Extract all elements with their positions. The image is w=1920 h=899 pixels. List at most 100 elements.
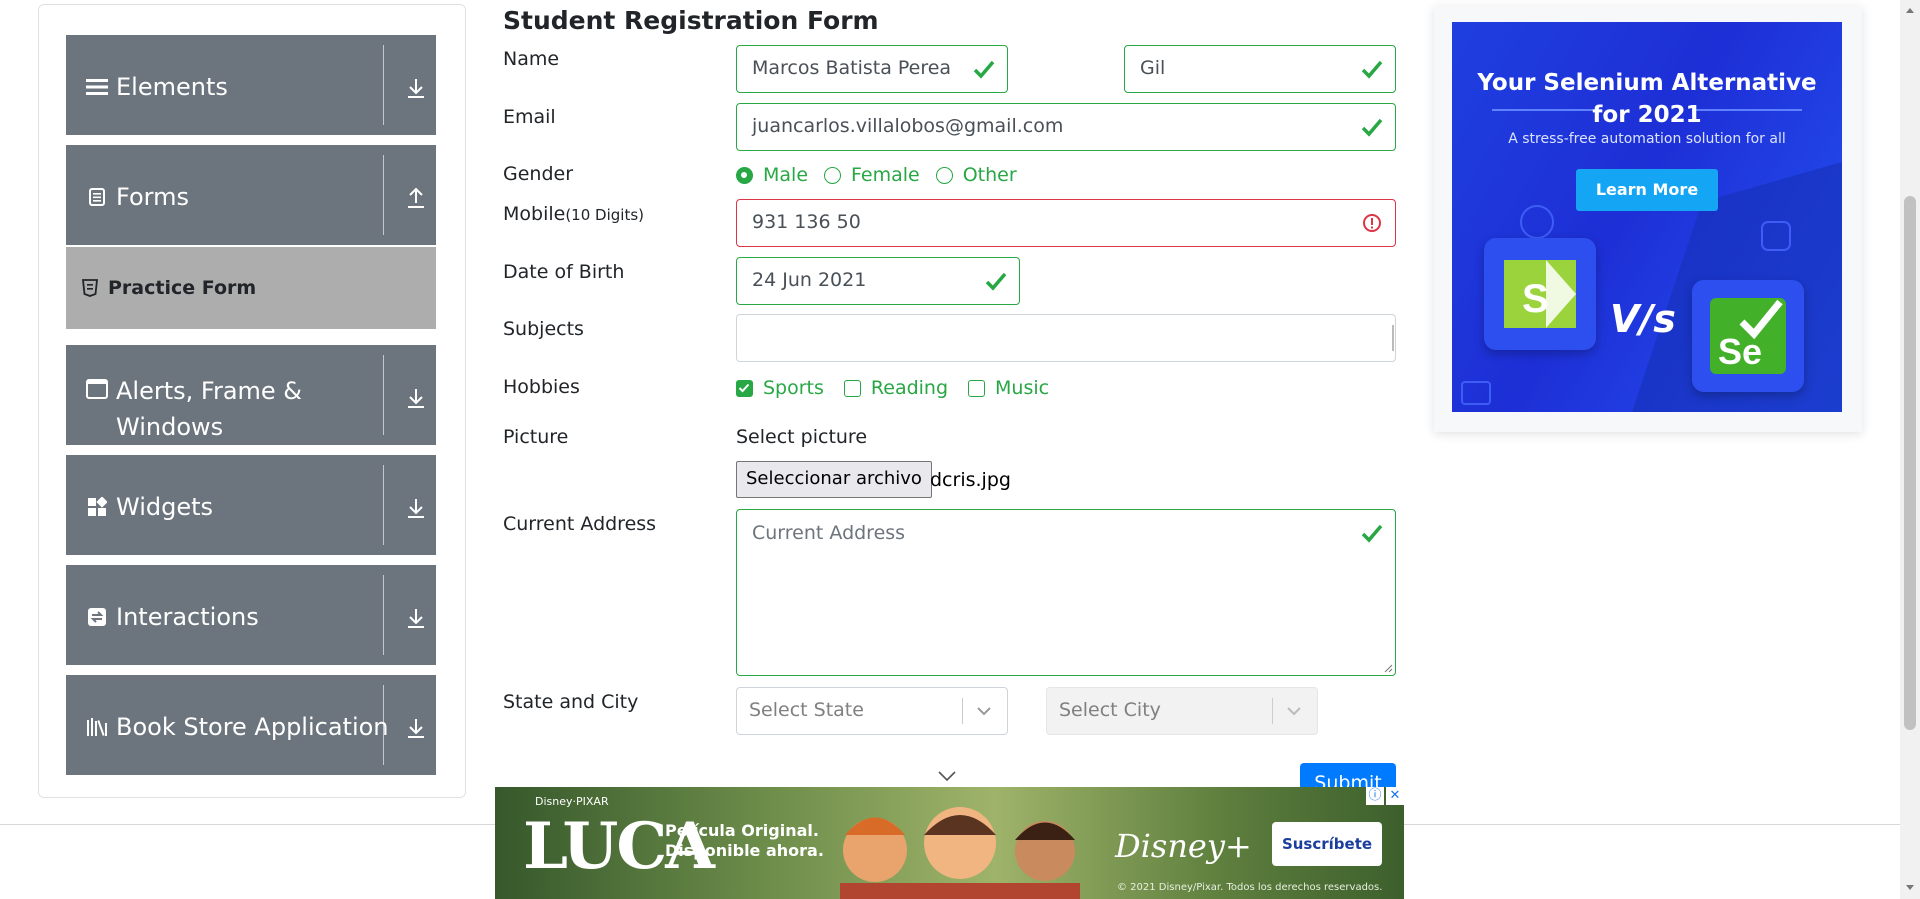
radio-dot[interactable] [935, 166, 953, 184]
download-arrow-icon[interactable] [406, 607, 426, 629]
valid-check-icon [973, 60, 995, 79]
ad-controls: ⓘ ✕ [1366, 787, 1404, 805]
divider [383, 465, 384, 545]
choose-file-button[interactable]: Seleccionar archivo [736, 461, 932, 498]
scrollbar-thumb[interactable] [1904, 196, 1916, 730]
ad-headline-line-2: for 2021 [1592, 102, 1702, 128]
sidebar-group-label: Forms [116, 183, 189, 211]
checkbox-box[interactable] [736, 379, 753, 397]
bottom-advertisement[interactable]: Disney·PIXAR LUCA Película Original. Disp… [495, 787, 1404, 899]
html5-shield-icon [81, 279, 99, 297]
sidebar-group-label: Elements [116, 73, 228, 101]
divider [383, 155, 384, 235]
mobile-hint: (10 Digits) [565, 206, 644, 224]
ad-copyright: © 2021 Disney/Pixar. Todos los derechos … [1117, 882, 1383, 893]
sidebar-group-label: Book Store Application [116, 713, 389, 741]
city-placeholder: Select City [1059, 699, 1161, 721]
logo-letters: Se [1718, 331, 1762, 372]
hobby-checkbox-sports[interactable]: Sports [736, 377, 824, 399]
valid-check-icon [1361, 524, 1383, 543]
checkbox-box[interactable] [843, 379, 861, 397]
sidebar-group-widgets[interactable]: Widgets [66, 455, 436, 555]
subscribe-button[interactable]: Suscríbete [1272, 822, 1382, 866]
hobby-checkbox-music[interactable]: Music [968, 377, 1049, 399]
current-address-label: Current Address [503, 513, 657, 535]
mobile-input[interactable]: 931 136 50 [736, 199, 1396, 247]
learn-more-button[interactable]: Learn More [1576, 169, 1718, 211]
gender-radio-other[interactable]: Other [935, 164, 1017, 186]
competitor-logo: S [1484, 238, 1596, 350]
label-line-1: Alerts, Frame & [116, 377, 303, 405]
gender-radio-female[interactable]: Female [824, 164, 920, 186]
sidebar-advertisement[interactable]: Your Selenium Alternative for 2021 A stre… [1434, 6, 1862, 432]
current-address-textarea[interactable]: Current Address [736, 509, 1396, 676]
first-name-value: Marcos Batista Perea [752, 57, 952, 79]
chevron-down-icon [977, 707, 991, 716]
download-arrow-icon[interactable] [406, 717, 426, 739]
checkbox-box[interactable] [968, 379, 986, 397]
ad-brand: Disney·PIXAR [535, 795, 609, 808]
state-city-label: State and City [503, 691, 639, 713]
address-placeholder: Current Address [752, 522, 906, 544]
hamburger-icon [86, 77, 108, 97]
window-icon [86, 379, 108, 399]
ad-headline-line-1: Your Selenium Alternative [1477, 70, 1817, 96]
sidebar-group-interactions[interactable]: Interactions [66, 565, 436, 665]
download-arrow-icon[interactable] [406, 497, 426, 519]
download-arrow-icon[interactable] [406, 77, 426, 99]
upload-arrow-icon[interactable] [406, 187, 426, 209]
page-title: Student Registration Form [503, 6, 879, 35]
scroll-down-arrow-icon[interactable] [1905, 884, 1915, 892]
checkbox-label: Sports [763, 377, 824, 399]
versus-text: V/s [1610, 297, 1676, 341]
books-icon [86, 717, 108, 737]
hobbies-label: Hobbies [503, 376, 580, 398]
selected-file-name: dcris.jpg [930, 469, 1011, 491]
radio-dot[interactable] [736, 166, 753, 184]
city-select[interactable]: Select City [1046, 687, 1318, 735]
ad-banner[interactable]: Your Selenium Alternative for 2021 A stre… [1452, 22, 1842, 412]
ad-subtitle: A stress-free automation solution for al… [1508, 131, 1786, 147]
email-label: Email [503, 106, 556, 128]
checkbox-label: Reading [870, 377, 949, 399]
radio-dot[interactable] [824, 166, 842, 184]
widgets-grid-icon [86, 497, 108, 517]
first-name-input[interactable]: Marcos Batista Perea [736, 45, 1008, 93]
dob-input[interactable]: 24 Jun 2021 [736, 257, 1020, 305]
sidebar-group-alerts-frame-windows[interactable]: Alerts, Frame & Windows [66, 345, 436, 445]
s-logo-icon: S [1504, 260, 1576, 328]
error-alert-icon [1363, 214, 1381, 232]
subjects-input[interactable] [736, 314, 1396, 362]
ad-tagline-line-1: Película Original. [665, 821, 819, 840]
hobby-checkbox-reading[interactable]: Reading [843, 377, 949, 399]
gender-radio-male[interactable]: Male [736, 164, 808, 186]
download-arrow-icon[interactable] [406, 387, 426, 409]
ad-headline: Your Selenium Alternative for 2021 [1452, 67, 1842, 131]
divider [1272, 698, 1273, 724]
email-input[interactable]: juancarlos.villalobos@gmail.com [736, 103, 1396, 151]
sidebar-group-book-store-application[interactable]: Book Store Application [66, 675, 436, 775]
dob-label: Date of Birth [503, 261, 625, 283]
last-name-input[interactable]: Gil [1124, 45, 1396, 93]
sidebar-item-practice-form[interactable]: Practice Form [66, 247, 436, 329]
divider [962, 698, 963, 724]
chevron-down-icon[interactable] [937, 769, 957, 783]
sidebar-group-label: Alerts, Frame & Windows [116, 373, 302, 445]
logo-letter: S [1522, 277, 1549, 321]
valid-check-icon [1361, 60, 1383, 79]
ad-tagline-line-2: Disponible ahora. [665, 841, 824, 860]
close-icon[interactable]: ✕ [1386, 787, 1404, 805]
selenium-logo: Se [1692, 280, 1804, 392]
divider [383, 45, 384, 125]
subjects-label: Subjects [503, 318, 584, 340]
resize-handle-icon[interactable] [1383, 663, 1393, 673]
sidebar-group-elements[interactable]: Elements [66, 35, 436, 135]
scroll-up-arrow-icon[interactable] [1905, 6, 1915, 14]
adchoices-info-icon[interactable]: ⓘ [1366, 787, 1384, 805]
state-select[interactable]: Select State [736, 687, 1008, 735]
divider [383, 685, 384, 765]
ad-characters-image [840, 807, 1080, 899]
gender-label: Gender [503, 163, 574, 185]
sidebar-group-forms[interactable]: Forms [66, 145, 436, 245]
page-scrollbar[interactable] [1900, 0, 1920, 899]
